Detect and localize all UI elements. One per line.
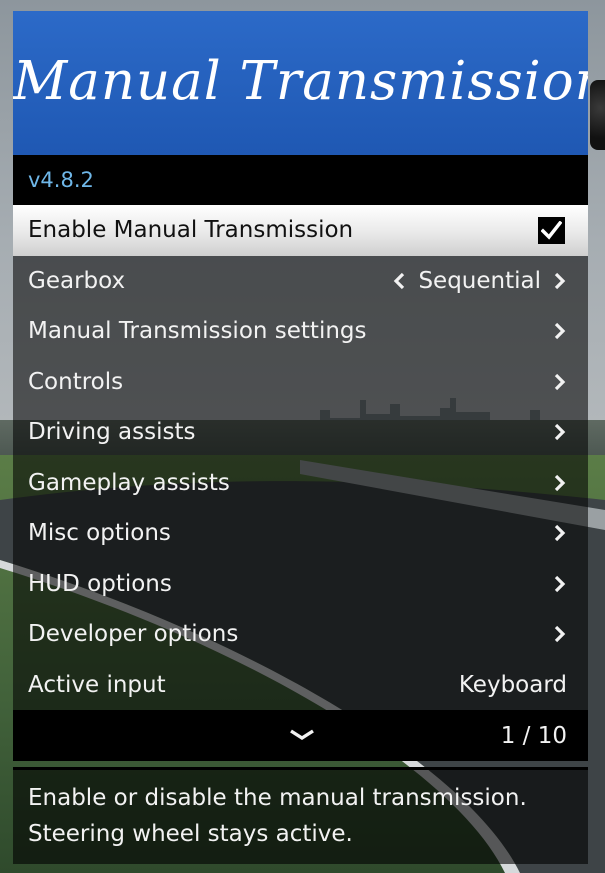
menu-item-active-input[interactable]: Active input Keyboard xyxy=(13,659,588,710)
menu-title: Manual Transmission xyxy=(13,51,588,112)
menu-item-label: Gearbox xyxy=(28,267,126,294)
menu-item-gearbox[interactable]: Gearbox Sequential xyxy=(13,255,588,306)
chevron-right-icon xyxy=(551,473,567,493)
menu-item-label: Controls xyxy=(28,368,124,395)
menu-header: Manual Transmission xyxy=(13,11,588,155)
description-line: Steering wheel stays active. xyxy=(28,821,353,847)
menu-item-label: Driving assists xyxy=(28,419,196,446)
page-counter: 1 / 10 xyxy=(500,722,567,749)
trainer-menu: Manual Transmission v4.8.2 Enable Manual… xyxy=(13,11,588,864)
menu-item-label: Misc options xyxy=(28,520,171,547)
chevron-right-icon xyxy=(551,372,567,392)
menu-item-label: Manual Transmission settings xyxy=(28,318,367,345)
menu-item-label: Developer options xyxy=(28,621,239,648)
menu-item-hud-options[interactable]: HUD options xyxy=(13,558,588,609)
description-line: Enable or disable the manual transmissio… xyxy=(28,785,527,811)
chevron-right-icon xyxy=(551,422,567,442)
chevron-right-icon[interactable] xyxy=(551,271,567,291)
gearbox-value: Sequential xyxy=(418,267,541,294)
menu-item-enable-manual-transmission[interactable]: Enable Manual Transmission xyxy=(13,205,588,256)
chevron-right-icon xyxy=(551,321,567,341)
active-input-value: Keyboard xyxy=(458,671,567,698)
chevron-right-icon xyxy=(551,574,567,594)
menu-item-misc-options[interactable]: Misc options xyxy=(13,508,588,559)
menu-item-label: Gameplay assists xyxy=(28,469,230,496)
gearbox-selector[interactable]: Sequential xyxy=(392,268,567,294)
chevron-right-icon xyxy=(551,624,567,644)
menu-item-label: HUD options xyxy=(28,570,172,597)
menu-item-developer-options[interactable]: Developer options xyxy=(13,609,588,660)
background-object xyxy=(590,80,605,150)
version-label: v4.8.2 xyxy=(28,168,94,192)
menu-item-driving-assists[interactable]: Driving assists xyxy=(13,407,588,458)
chevron-down-icon[interactable] xyxy=(288,726,316,744)
menu-item-controls[interactable]: Controls xyxy=(13,356,588,407)
menu-footer: 1 / 10 xyxy=(13,710,588,761)
menu-item-manual-transmission-settings[interactable]: Manual Transmission settings xyxy=(13,306,588,357)
checkbox[interactable] xyxy=(538,216,565,244)
menu-item-label: Active input xyxy=(28,671,166,698)
chevron-right-icon xyxy=(551,523,567,543)
menu-item-gameplay-assists[interactable]: Gameplay assists xyxy=(13,457,588,508)
description-box: Enable or disable the manual transmissio… xyxy=(13,767,588,864)
menu-items: Enable Manual Transmission Gearbox Seque… xyxy=(13,205,588,710)
subtitle-bar: v4.8.2 xyxy=(13,155,588,205)
chevron-left-icon[interactable] xyxy=(392,271,408,291)
check-icon xyxy=(541,220,562,240)
menu-item-label: Enable Manual Transmission xyxy=(28,217,354,244)
